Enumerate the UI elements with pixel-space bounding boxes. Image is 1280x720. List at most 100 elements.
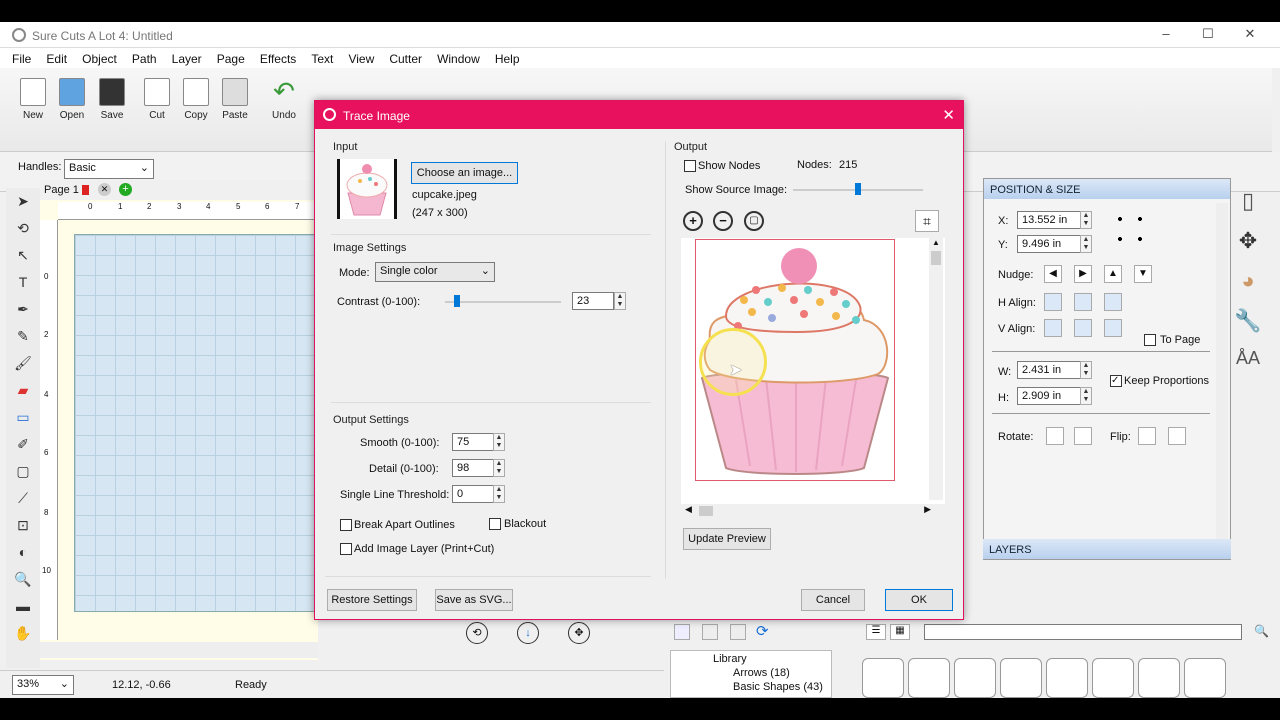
menu-effects[interactable]: Effects [254, 48, 302, 66]
pencil-tool-icon[interactable]: ✎ [12, 328, 34, 350]
cut-button[interactable]: Cut [139, 78, 175, 121]
import-icon[interactable] [730, 624, 746, 640]
width-field[interactable]: 2.431 in [1017, 361, 1081, 379]
undo-button[interactable]: ↶ Undo [266, 78, 302, 121]
contrast-stepper[interactable]: ▲ ▼ [614, 292, 626, 310]
threshold-field[interactable]: 0 [452, 485, 494, 503]
add-image-layer-checkbox[interactable] [340, 543, 352, 555]
y-field[interactable]: 9.496 in [1017, 235, 1081, 253]
hscroll-thumb[interactable] [699, 506, 713, 516]
ok-button[interactable]: OK [885, 589, 953, 611]
hand-tool-icon[interactable]: ✋ [12, 625, 34, 647]
menu-object[interactable]: Object [76, 48, 123, 66]
open-button[interactable]: Open [54, 78, 90, 121]
zoom-in-icon[interactable]: + [683, 211, 703, 231]
menu-layer[interactable]: Layer [166, 48, 208, 66]
keep-proportions-checkbox[interactable]: ✓ [1110, 375, 1122, 387]
menu-path[interactable]: Path [126, 48, 163, 66]
reference-point-icon[interactable] [1110, 209, 1158, 253]
cutting-mat[interactable] [74, 234, 318, 612]
pen-tool-icon[interactable]: ✒ [12, 301, 34, 323]
menu-window[interactable]: Window [431, 48, 486, 66]
align-right-icon[interactable] [1104, 293, 1122, 311]
library-item-arrows[interactable]: Arrows (18) [733, 667, 790, 679]
mode-select[interactable]: Single color ⌄ [375, 262, 495, 282]
nudge-right-icon[interactable]: ▶ [1074, 265, 1092, 283]
close-page-icon[interactable]: ✕ [98, 183, 111, 196]
break-apart-checkbox[interactable] [340, 519, 352, 531]
align-middle-icon[interactable] [1074, 319, 1092, 337]
add-folder-icon[interactable] [674, 624, 690, 640]
shape-diamond-icon[interactable] [1184, 658, 1226, 698]
nudge-up-icon[interactable]: ▲ [1104, 265, 1122, 283]
text-tool-icon[interactable]: T [12, 274, 34, 296]
document-icon[interactable]: ▯ [1233, 188, 1263, 218]
nudge-left-icon[interactable]: ◀ [1044, 265, 1062, 283]
menu-file[interactable]: File [6, 48, 37, 66]
font-icon[interactable]: ÅA [1233, 348, 1263, 378]
detail-field[interactable]: 98 [452, 459, 494, 477]
shape-cross-icon[interactable] [954, 658, 996, 698]
zoom-fit-icon[interactable]: ▢ [744, 211, 764, 231]
grid-view-icon[interactable]: ▦ [890, 624, 910, 640]
search-icon[interactable]: 🔍 [1254, 624, 1272, 642]
contrast-field[interactable]: 23 [572, 292, 614, 310]
move-icon[interactable]: ✥ [1233, 228, 1263, 258]
maximize-icon[interactable]: ☐ [1198, 26, 1218, 44]
align-center-icon[interactable] [1074, 293, 1092, 311]
new-button[interactable]: New [15, 78, 51, 121]
blackout-checkbox[interactable] [489, 518, 501, 530]
save-as-svg-button[interactable]: Save as SVG... [435, 589, 513, 611]
minimize-icon[interactable]: – [1156, 26, 1176, 44]
detail-stepper[interactable]: ▲ ▼ [493, 459, 505, 477]
cancel-button[interactable]: Cancel [801, 589, 865, 611]
x-field[interactable]: 13.552 in [1017, 211, 1081, 229]
menu-edit[interactable]: Edit [40, 48, 73, 66]
move-canvas-icon[interactable]: ✥ [568, 622, 590, 644]
nudge-down-icon[interactable]: ▼ [1134, 265, 1152, 283]
to-page-checkbox[interactable] [1144, 334, 1156, 346]
menu-page[interactable]: Page [211, 48, 251, 66]
rotate-right-icon[interactable] [1074, 427, 1092, 445]
save-button[interactable]: Save [94, 78, 130, 121]
shape-arrow-icon[interactable] [908, 658, 950, 698]
dialog-close-icon[interactable]: ✕ [942, 106, 955, 124]
node-tool-icon[interactable]: ↖ [12, 247, 34, 269]
align-top-icon[interactable] [1044, 319, 1062, 337]
preview-hscrollbar[interactable]: ◀ ▶ [681, 504, 931, 518]
wrench-icon[interactable]: 🔧 [1233, 308, 1263, 338]
source-opacity-thumb[interactable] [855, 183, 861, 195]
palette-icon[interactable]: ◕ [1233, 268, 1263, 298]
update-preview-button[interactable]: Update Preview [683, 528, 771, 550]
choose-image-button[interactable]: Choose an image... [411, 162, 518, 184]
transform-tool-icon[interactable]: ⟲ [12, 220, 34, 242]
zoom-tool-icon[interactable]: 🔍 [12, 571, 34, 593]
close-icon[interactable]: ✕ [1240, 26, 1260, 44]
align-bottom-icon[interactable] [1104, 319, 1122, 337]
copy-button[interactable]: Copy [178, 78, 214, 121]
width-stepper[interactable]: ▲ ▼ [1080, 361, 1092, 379]
restore-settings-button[interactable]: Restore Settings [327, 589, 417, 611]
shape-star-icon[interactable] [1138, 658, 1180, 698]
height-stepper[interactable]: ▲ ▼ [1080, 387, 1092, 405]
list-view-icon[interactable]: ☰ [866, 624, 886, 640]
menu-view[interactable]: View [342, 48, 380, 66]
panel-scrollbar[interactable] [1216, 203, 1228, 543]
paste-button[interactable]: Paste [217, 78, 253, 121]
knife-tool-icon[interactable]: ⟋ [12, 490, 34, 512]
menu-text[interactable]: Text [305, 48, 339, 66]
shape-circle-icon[interactable] [1000, 658, 1042, 698]
handles-select[interactable]: Basic ⌄ [64, 159, 154, 179]
shape-plus-icon[interactable] [1046, 658, 1088, 698]
refresh-icon[interactable]: ⟳ [756, 622, 774, 640]
flip-vertical-icon[interactable] [1168, 427, 1186, 445]
ruler-tool-icon[interactable]: ▬ [12, 598, 34, 620]
scroll-right-icon[interactable]: ▶ [924, 504, 931, 515]
rotate-canvas-icon[interactable]: ⟲ [466, 622, 488, 644]
smooth-field[interactable]: 75 [452, 433, 494, 451]
add-page-icon[interactable]: + [119, 183, 132, 196]
shape-search-input[interactable] [924, 624, 1242, 640]
shape-arch-icon[interactable] [1092, 658, 1134, 698]
rotate-left-icon[interactable] [1046, 427, 1064, 445]
align-left-icon[interactable] [1044, 293, 1062, 311]
